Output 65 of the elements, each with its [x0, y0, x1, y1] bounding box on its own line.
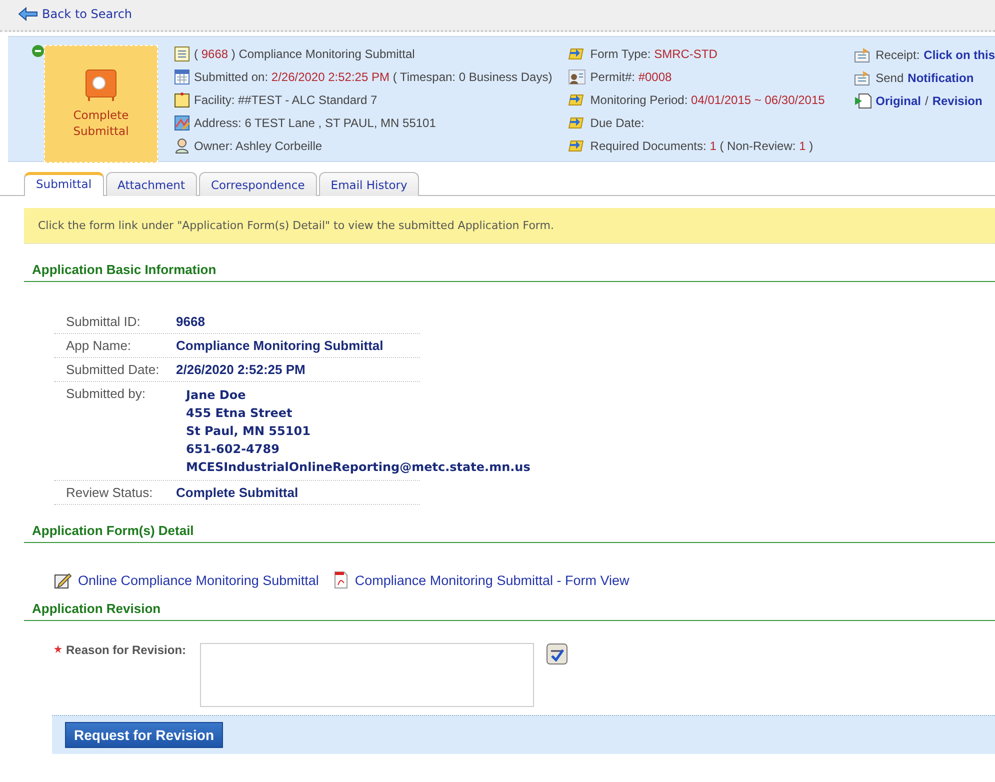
sticky-note-icon	[174, 92, 190, 108]
field-label: Reason for Revision:	[66, 643, 186, 659]
map-icon	[174, 114, 190, 131]
pdf-icon	[332, 571, 349, 589]
link[interactable]: Original	[876, 94, 921, 108]
field-value: 9668	[176, 314, 205, 329]
receipt-icon	[854, 46, 872, 62]
link[interactable]: Notification	[908, 70, 974, 84]
collapse-toggle[interactable]	[32, 45, 44, 57]
info-text: Owner: Ashley Corbeille	[194, 138, 322, 153]
tab[interactable]: Email History	[318, 172, 420, 196]
notice-banner: Click the form link under "Application Form(s) Detail" to view the submitted Application Form.	[24, 208, 995, 244]
status-label: Complete Submittal	[72, 108, 130, 140]
tab[interactable]: Attachment	[106, 172, 197, 196]
form-link[interactable]: Online Compliance Monitoring Submittal	[78, 572, 319, 588]
info-text: Form Type: SMRC-STD	[590, 47, 718, 62]
info-text: Due Date:	[590, 116, 644, 130]
form-icon	[174, 46, 190, 62]
info-text: Address: 6 TEST Lane , ST PAUL, MN 55101	[194, 116, 436, 130]
back-arrow-icon	[18, 7, 38, 21]
person-icon	[174, 138, 190, 154]
tab[interactable]: Correspondence	[198, 172, 317, 196]
arrow-note-icon	[568, 138, 586, 154]
field-label: Review Status:	[66, 485, 154, 500]
id-card-icon	[568, 69, 586, 86]
field-value: St Paul, MN 55101	[186, 423, 312, 440]
field-label: Submitted Date:	[66, 362, 160, 377]
field-value: 455 Etna Street	[186, 405, 294, 422]
field-label: Submitted by:	[66, 386, 146, 403]
safe-icon	[84, 68, 118, 102]
section-title: Application Revision	[24, 597, 995, 621]
arrow-note-icon	[568, 46, 586, 62]
field-value: 651-602-4789	[186, 441, 280, 458]
back-link[interactable]: Back to Search	[18, 7, 132, 21]
reason-field[interactable]	[200, 643, 534, 707]
form-link[interactable]: Compliance Monitoring Submittal - Form View	[354, 572, 630, 588]
section-title: Application Form(s) Detail	[24, 519, 995, 543]
calendar-icon	[174, 69, 190, 86]
info-text: Submitted on: 2/26/2020 2:52:25 PM ( Timespan: 0 Business Days)	[194, 70, 552, 84]
tab[interactable]: Submittal	[24, 172, 104, 196]
link[interactable]: Revision	[932, 94, 982, 108]
section-title: Application Basic Information	[24, 258, 995, 282]
arrow-note-icon	[568, 114, 586, 131]
info-text: Receipt:	[876, 48, 920, 62]
info-text: Monitoring Period: 04/01/2015 ~ 06/30/2015	[590, 92, 825, 107]
info-text: Send	[876, 70, 904, 84]
arrow-note-icon	[568, 92, 586, 108]
edit-icon	[54, 571, 72, 589]
info-text: Permit#: #0008	[590, 70, 672, 84]
field-value: 2/26/2020 2:52:25 PM	[176, 362, 306, 377]
info-text: Facility: ##TEST - ALC Standard 7	[194, 92, 378, 107]
info-text: Required Documents: 1 ( Non-Review: 1 )	[590, 138, 814, 153]
info-text: /	[924, 94, 928, 108]
field-value: Complete Submittal	[176, 485, 298, 500]
receipt-icon	[854, 70, 872, 86]
field-value: Compliance Monitoring Submittal	[176, 338, 384, 353]
document-arrow-icon	[854, 92, 872, 108]
spellcheck-icon[interactable]	[546, 643, 568, 665]
field-label: App Name:	[66, 338, 132, 353]
info-text: ( 9668 ) Compliance Monitoring Submittal	[194, 47, 415, 62]
field-value: MCESIndustrialOnlineReporting@metc.state.mn.us	[186, 459, 530, 476]
field-label: Submittal ID:	[66, 314, 142, 329]
request-revision-button[interactable]: Request for Revision	[65, 722, 224, 748]
link[interactable]: Click on this	[924, 48, 995, 62]
field-value: Jane Doe	[186, 387, 247, 404]
